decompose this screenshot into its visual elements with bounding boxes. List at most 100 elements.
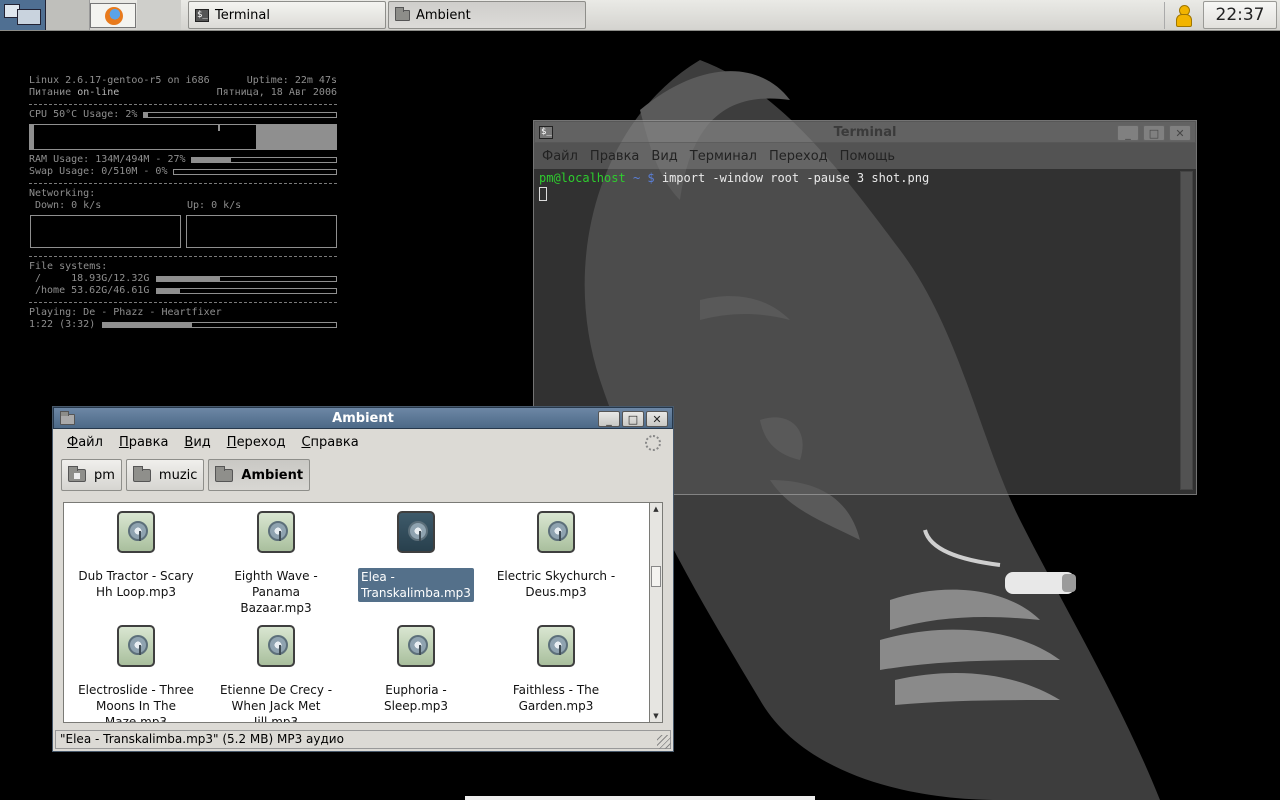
resize-grip-icon[interactable]: [657, 735, 671, 749]
swap-usage: Swap Usage: 0/510M - 0%: [29, 166, 168, 177]
download-graph: [30, 215, 181, 248]
clock[interactable]: 22:37: [1203, 1, 1277, 29]
file-name: Electric Skychurch - Deus.mp3: [496, 569, 616, 599]
audio-file-icon: [257, 511, 295, 553]
terminal-scrollbar[interactable]: [1180, 171, 1193, 490]
menu-file[interactable]: Файл: [67, 435, 103, 450]
uptime: Uptime: 22m 47s: [246, 75, 337, 86]
menu-edit[interactable]: Правка: [590, 149, 639, 164]
taskbar-button-terminal[interactable]: $_ Terminal: [188, 1, 386, 29]
file-item[interactable]: Faithless - The Garden.mp3: [488, 625, 624, 714]
terminal-titlebar[interactable]: $_ Terminal _ □ ✕: [534, 121, 1196, 143]
home-folder-icon: [68, 465, 86, 482]
top-panel: $_ Terminal Ambient 22:37: [0, 0, 1280, 31]
menu-terminal[interactable]: Терминал: [690, 149, 757, 164]
path-label: Ambient: [241, 467, 304, 483]
divider: [29, 297, 337, 303]
terminal-icon: $_: [195, 8, 209, 22]
minimize-button[interactable]: _: [1117, 125, 1139, 141]
file-manager-window[interactable]: Ambient _ □ ✕ Файл Правка Вид Переход Сп…: [52, 406, 674, 752]
system-monitor: Linux 2.6.17-gentoo-r5 on i686 Uptime: 2…: [29, 75, 339, 331]
networking-label: Networking:: [29, 188, 96, 199]
file-view-scrollbar[interactable]: ▲ ▼: [649, 502, 663, 723]
file-icon-view[interactable]: Dub Tractor - Scary Hh Loop.mp3 Eighth Wa…: [63, 502, 650, 723]
workspace-pager[interactable]: [0, 0, 46, 30]
throbber-icon: [645, 435, 661, 451]
date: Пятница, 18 Авг 2006: [216, 87, 337, 98]
scrollbar-thumb[interactable]: [651, 566, 661, 587]
ram-bar: [191, 157, 337, 163]
playing-progress-fill: [103, 323, 192, 327]
prompt-user: pm@localhost: [539, 171, 626, 185]
file-manager-titlebar[interactable]: Ambient _ □ ✕: [53, 407, 673, 429]
menu-file[interactable]: Файл: [542, 149, 578, 164]
file-item[interactable]: Electroslide - Three Moons In The Maze.mp3: [68, 625, 204, 722]
file-name: Elea - Transkalimba.mp3: [358, 568, 474, 602]
audio-file-icon: [117, 511, 155, 553]
file-item[interactable]: Euphoria - Sleep.mp3: [348, 625, 484, 714]
firefox-launcher[interactable]: [90, 3, 136, 28]
folder-icon: [395, 6, 410, 21]
filesystems-label: File systems:: [29, 261, 108, 272]
file-name: Dub Tractor - Scary Hh Loop.mp3: [78, 569, 194, 599]
upload-graph: [186, 215, 337, 248]
file-item[interactable]: Eighth Wave - Panama Bazaar.mp3: [208, 511, 344, 616]
path-button-muzic[interactable]: muzic: [125, 459, 205, 491]
up-speed: Up: 0 k/s: [187, 200, 242, 211]
fs-root: / 18.93G/12.32G: [35, 273, 150, 284]
maximize-button[interactable]: □: [622, 411, 644, 427]
divider: [29, 178, 337, 184]
workspace-pager-empty[interactable]: [46, 0, 90, 30]
file-item[interactable]: Electric Skychurch - Deus.mp3: [488, 511, 624, 600]
file-item-selected[interactable]: Elea - Transkalimba.mp3: [348, 511, 484, 602]
divider: [29, 99, 337, 105]
path-bar: pm muzic Ambient: [53, 455, 673, 495]
menu-view[interactable]: Вид: [651, 149, 677, 164]
taskbar-label: Ambient: [416, 7, 471, 23]
audio-file-icon: [537, 625, 575, 667]
workspace-2-preview[interactable]: [17, 9, 41, 25]
scroll-up-arrow-icon[interactable]: ▲: [650, 503, 662, 515]
terminal-cursor: [539, 186, 547, 201]
now-playing: Playing: De - Phazz - Heartfixer: [29, 307, 222, 318]
terminal-menubar: Файл Правка Вид Терминал Переход Помощь: [534, 143, 1196, 169]
file-item[interactable]: Dub Tractor - Scary Hh Loop.mp3: [68, 511, 204, 600]
close-button[interactable]: ✕: [646, 411, 668, 427]
audio-file-icon: [397, 625, 435, 667]
path-button-home[interactable]: pm: [61, 459, 122, 491]
file-name: Eighth Wave - Panama Bazaar.mp3: [234, 569, 318, 615]
file-item[interactable]: Etienne De Crecy - When Jack Met Jill.mp3: [208, 625, 344, 722]
menu-go[interactable]: Переход: [769, 149, 828, 164]
menu-view[interactable]: Вид: [184, 435, 210, 450]
file-manager-menubar: Файл Правка Вид Переход Справка: [53, 429, 673, 455]
divider: [29, 251, 337, 257]
fs-home-bar-fill: [157, 289, 181, 293]
audio-file-icon: [117, 625, 155, 667]
maximize-button[interactable]: □: [1143, 125, 1165, 141]
close-button[interactable]: ✕: [1169, 125, 1191, 141]
folder-icon: [132, 465, 151, 482]
down-speed: Down: 0 k/s: [35, 200, 102, 211]
bottom-window-edge: [465, 796, 815, 800]
playing-progress-bar: [102, 322, 337, 328]
messenger-buddy-icon[interactable]: [1175, 5, 1192, 27]
ram-bar-fill: [192, 158, 231, 162]
file-name: Faithless - The Garden.mp3: [512, 683, 600, 713]
menu-edit[interactable]: Правка: [119, 435, 168, 450]
audio-file-icon: [257, 625, 295, 667]
cpu-bar: [143, 112, 337, 118]
minimize-button[interactable]: _: [598, 411, 620, 427]
system-info: Linux 2.6.17-gentoo-r5 on i686: [29, 75, 210, 86]
menu-help[interactable]: Помощь: [840, 149, 895, 164]
menu-go[interactable]: Переход: [227, 435, 286, 450]
prompt-path: ~ $: [632, 171, 655, 185]
taskbar-button-ambient[interactable]: Ambient: [388, 1, 586, 29]
menu-help[interactable]: Справка: [301, 435, 358, 450]
path-button-ambient[interactable]: Ambient: [208, 459, 311, 491]
status-bar: "Elea - Transkalimba.mp3" (5.2 MB) MP3 а…: [55, 730, 671, 749]
path-label: muzic: [158, 467, 198, 483]
window-title: Terminal: [833, 124, 897, 140]
folder-icon: [215, 465, 234, 482]
scroll-down-arrow-icon[interactable]: ▼: [650, 710, 662, 722]
path-label: pm: [94, 467, 115, 483]
